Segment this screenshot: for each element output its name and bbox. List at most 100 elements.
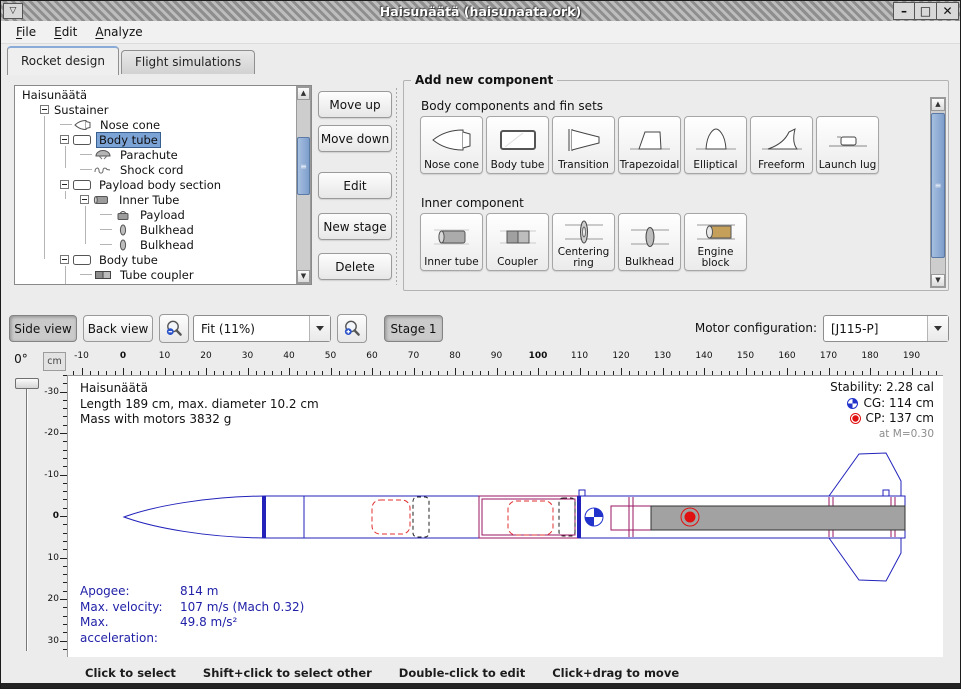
shock-cord-icon	[93, 164, 113, 176]
component-scrollbar-thumb[interactable]: ≡	[931, 113, 945, 258]
add-freeform-button[interactable]: Freeform	[750, 116, 813, 174]
add-coupler-button[interactable]: Coupler	[486, 213, 549, 271]
add-nose-cone-button[interactable]: Nose cone	[420, 116, 483, 174]
scroll-up-icon[interactable]: ▲	[297, 87, 310, 100]
add-elliptical-button[interactable]: Elliptical	[684, 116, 747, 174]
ruler-label: -30	[44, 387, 59, 397]
maximize-icon[interactable]: □	[915, 2, 937, 20]
menu-edit[interactable]: Edit	[45, 23, 86, 41]
status-hint: Double-click to edit	[399, 666, 525, 680]
edit-button[interactable]: Edit	[318, 172, 392, 199]
add-engine-block-button[interactable]: Engine block	[684, 213, 747, 271]
payload-outline[interactable]	[508, 501, 553, 535]
delete-button[interactable]: Delete	[318, 253, 392, 280]
motor-mount-tube[interactable]	[611, 506, 651, 530]
side-view-button[interactable]: Side view	[9, 315, 77, 342]
launch-lug[interactable]	[579, 490, 585, 496]
ruler-label: -10	[44, 470, 59, 480]
tree-expander-icon[interactable]	[60, 255, 69, 264]
scroll-down-icon[interactable]: ▼	[931, 274, 945, 287]
stability-value: Stability: 2.28 cal	[830, 380, 934, 396]
tree-item-bulkhead[interactable]: Bulkhead	[16, 237, 295, 252]
bulkhead-line[interactable]	[577, 496, 581, 538]
ruler-label: -10	[74, 351, 89, 361]
launch-lug[interactable]	[883, 490, 889, 496]
shock-cord-outline[interactable]	[413, 497, 429, 537]
window-menu-icon[interactable]: ▽	[3, 3, 23, 19]
splitter-handle[interactable]	[395, 87, 398, 285]
rocket-view-canvas[interactable]: Haisunäätä Length 189 cm, max. diameter …	[67, 375, 943, 657]
tree-item-inner-tube[interactable]: Inner Tube	[16, 192, 295, 207]
add-body-tube-button[interactable]: Body tube	[486, 116, 549, 174]
zoom-out-button[interactable]	[159, 314, 189, 343]
cg-value: CG: 114 cm	[863, 396, 934, 412]
scroll-down-icon[interactable]: ▼	[297, 270, 310, 283]
tree-item-shock-cord[interactable]: Shock cord	[16, 162, 295, 177]
inner-tube-outline[interactable]	[559, 498, 575, 536]
close-icon[interactable]: ✕	[937, 2, 959, 20]
zoom-level-select[interactable]: Fit (11%)	[193, 315, 331, 342]
rocket-name: Haisunäätä	[80, 381, 319, 397]
tree-item-parachute[interactable]: Parachute	[16, 147, 295, 162]
zoom-in-button[interactable]	[337, 314, 367, 343]
ruler-tick	[372, 368, 373, 375]
stage-1-toggle[interactable]: Stage 1	[384, 315, 443, 342]
tree-scrollbar-thumb[interactable]: ≡	[297, 137, 310, 195]
rocket-mass: Mass with motors 3832 g	[80, 412, 319, 428]
ruler-label: 140	[695, 351, 712, 361]
component-tree-body: HaisunäätäSustainerNose coneBody tubePar…	[16, 87, 295, 283]
section-label-1: Inner component	[421, 196, 524, 210]
application-window: Haisunäätä (haisunaata.ork) ▽ – □ ✕ File…	[0, 0, 961, 689]
scroll-up-icon[interactable]: ▲	[931, 98, 945, 111]
tree-item-payload-body-section[interactable]: Payload body section	[16, 177, 295, 192]
tree-scrollbar[interactable]: ▲ ▼ ≡	[296, 86, 311, 284]
ruler-tick	[60, 599, 67, 600]
tree-expander-icon[interactable]	[80, 195, 89, 204]
add-centering-ring-button[interactable]: Centering ring	[552, 213, 615, 271]
tree-item-body-tube[interactable]: Body tube	[16, 252, 295, 267]
tree-item-sustainer[interactable]: Sustainer	[16, 102, 295, 117]
add-launch-lug-button[interactable]: Launch lug	[816, 116, 879, 174]
parachute-outline[interactable]	[372, 500, 410, 534]
rotation-slider[interactable]	[15, 378, 39, 389]
add-transition-button[interactable]: Transition	[552, 116, 615, 174]
ruler-label: 10	[159, 351, 170, 361]
tree-expander-icon[interactable]	[60, 180, 69, 189]
add-bulkhead-button[interactable]: Bulkhead	[618, 213, 681, 271]
component-button-label: Nose cone	[424, 160, 479, 171]
tree-item-nose-cone[interactable]: Nose cone	[16, 117, 295, 132]
ruler-label: 30	[48, 636, 59, 646]
transition-icon	[561, 120, 607, 160]
tree-expander-icon[interactable]	[60, 135, 69, 144]
tree-item-bulkhead[interactable]: Bulkhead	[16, 282, 295, 283]
add-trapezoidal-button[interactable]: Trapezoidal	[618, 116, 681, 174]
new-stage-button[interactable]: New stage	[318, 213, 392, 240]
add-inner-tube-button[interactable]: Inner tube	[420, 213, 483, 271]
payload-body-section[interactable]	[479, 496, 578, 538]
move-down-button[interactable]: Move down	[318, 125, 392, 152]
tree-item-tube-coupler[interactable]: Tube coupler	[16, 267, 295, 282]
menu-analyze[interactable]: Analyze	[86, 23, 151, 41]
tree-item-label: Bulkhead	[138, 223, 196, 237]
minimize-icon[interactable]: –	[893, 2, 915, 20]
tab-flight-simulations[interactable]: Flight simulations	[121, 50, 255, 74]
tree-item-label: Sustainer	[52, 103, 110, 117]
menu-file[interactable]: File	[7, 23, 45, 41]
ruler-label: 120	[612, 351, 629, 361]
motor-configuration-select[interactable]: [J115-P]	[823, 315, 949, 342]
ruler-label: 90	[491, 351, 502, 361]
tree-item-body-tube[interactable]: Body tube	[16, 132, 295, 147]
magnifier-minus-icon	[164, 319, 184, 339]
tree-expander-icon[interactable]	[40, 105, 49, 114]
tree-item-haisun-t[interactable]: Haisunäätä	[16, 87, 295, 102]
tree-connector	[80, 274, 92, 275]
title-bar[interactable]: Haisunäätä (haisunaata.ork) ▽ – □ ✕	[1, 1, 960, 21]
ruler-tick	[331, 368, 332, 375]
move-up-button[interactable]: Move up	[318, 91, 392, 118]
tree-item-label: Shock cord	[118, 163, 185, 177]
component-scrollbar[interactable]: ▲ ▼ ≡	[930, 97, 946, 288]
tab-rocket-design[interactable]: Rocket design	[7, 46, 119, 75]
back-view-button[interactable]: Back view	[83, 315, 153, 342]
tree-item-bulkhead[interactable]: Bulkhead	[16, 222, 295, 237]
tree-item-payload[interactable]: Payload	[16, 207, 295, 222]
